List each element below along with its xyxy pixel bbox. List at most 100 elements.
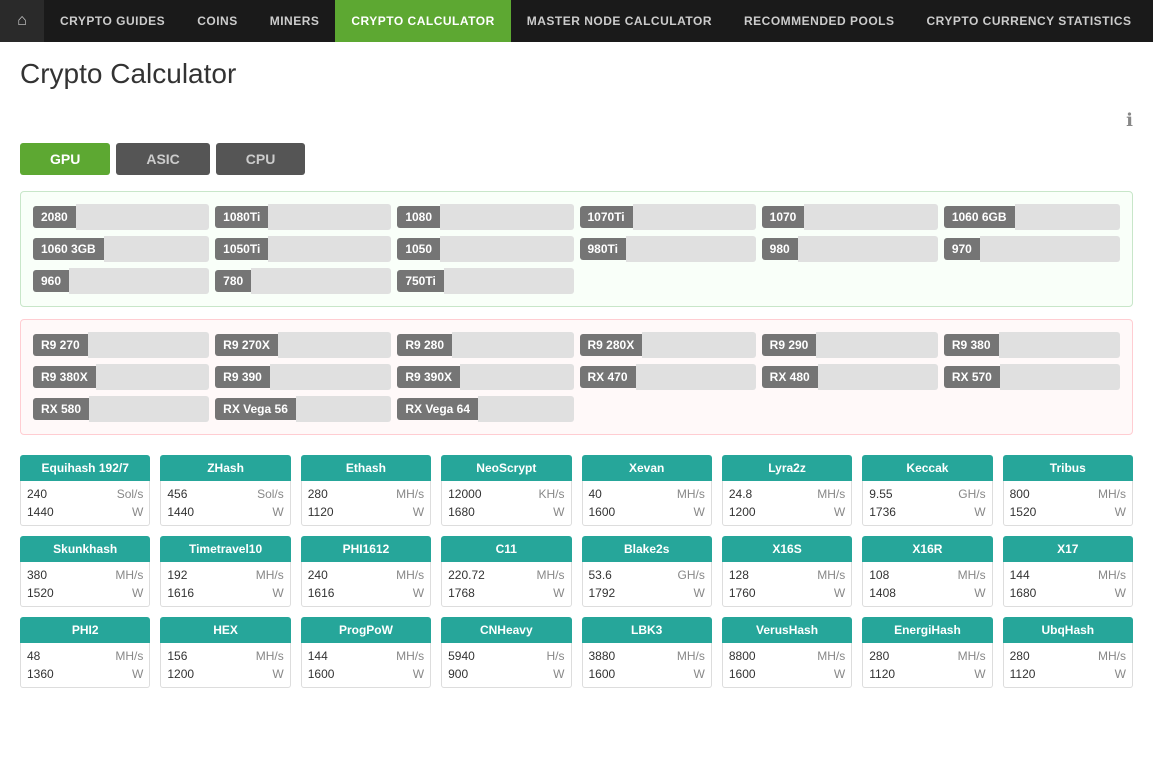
nav-crypto-calculator[interactable]: CRYPTO CALCULATOR [335,0,510,42]
nvidia-gpu-card[interactable]: 960 [33,268,209,294]
gpu-label[interactable]: 1050 [397,238,440,260]
nvidia-gpu-card[interactable]: 750Ti [397,268,573,294]
algo-name[interactable]: Xevan [582,455,712,481]
amd-gpu-card[interactable]: RX Vega 64 [397,396,573,422]
gpu-button[interactable]: GPU [20,143,110,175]
gpu-label[interactable]: RX 580 [33,398,89,420]
algo-name[interactable]: X16R [862,536,992,562]
nvidia-gpu-card[interactable]: 980 [762,236,938,262]
algo-card: X17 144 MH/s 1680 W [1003,536,1133,607]
algo-name[interactable]: Blake2s [582,536,712,562]
gpu-label[interactable]: 750Ti [397,270,443,292]
gpu-label[interactable]: R9 270X [215,334,278,356]
algo-name[interactable]: PHI2 [20,617,150,643]
gpu-label[interactable]: R9 380X [33,366,96,388]
gpu-label[interactable]: 1050Ti [215,238,268,260]
amd-gpu-card[interactable]: R9 390 [215,364,391,390]
gpu-label[interactable]: RX 480 [762,366,818,388]
amd-gpu-card[interactable]: R9 390X [397,364,573,390]
gpu-label[interactable]: 1070Ti [580,206,633,228]
algo-name[interactable]: X16S [722,536,852,562]
gpu-label[interactable]: R9 390 [215,366,270,388]
cpu-button[interactable]: CPU [216,143,306,175]
nvidia-gpu-card[interactable]: 1050 [397,236,573,262]
gpu-label[interactable]: 1080Ti [215,206,268,228]
algo-name[interactable]: HEX [160,617,290,643]
page-content: Crypto Calculator ℹ GPU ASIC CPU 2080108… [0,42,1153,714]
algo-name[interactable]: Tribus [1003,455,1133,481]
nav-recommended-pools[interactable]: RECOMMENDED POOLS [728,0,911,42]
algo-name[interactable]: CNHeavy [441,617,571,643]
gpu-label[interactable]: 2080 [33,206,76,228]
algo-name[interactable]: Equihash 192/7 [20,455,150,481]
gpu-label[interactable]: RX 470 [580,366,636,388]
gpu-label[interactable]: 1080 [397,206,440,228]
gpu-label[interactable]: R9 280 [397,334,452,356]
gpu-label[interactable]: 980 [762,238,798,260]
gpu-label[interactable]: 780 [215,270,251,292]
amd-gpu-card[interactable]: RX 480 [762,364,938,390]
algo-name[interactable]: UbqHash [1003,617,1133,643]
algo-name[interactable]: EnergiHash [862,617,992,643]
nvidia-gpu-card[interactable]: 980Ti [580,236,756,262]
gpu-label[interactable]: RX Vega 56 [215,398,296,420]
gpu-label[interactable]: 960 [33,270,69,292]
amd-gpu-card[interactable]: R9 270X [215,332,391,358]
algo-name[interactable]: ZHash [160,455,290,481]
gpu-label[interactable]: 1060 3GB [33,238,104,260]
nav-coins[interactable]: COINS [181,0,254,42]
algo-name[interactable]: Skunkhash [20,536,150,562]
amd-gpu-card[interactable]: R9 290 [762,332,938,358]
nav-crypto-guides[interactable]: CRYPTO GUIDES [44,0,181,42]
gpu-label[interactable]: R9 290 [762,334,817,356]
amd-gpu-card[interactable]: R9 380X [33,364,209,390]
algo-name[interactable]: VerusHash [722,617,852,643]
nvidia-gpu-card[interactable]: 1080Ti [215,204,391,230]
algo-name[interactable]: Timetravel10 [160,536,290,562]
amd-gpu-card[interactable]: R9 280X [580,332,756,358]
algo-name[interactable]: ProgPoW [301,617,431,643]
algo-name[interactable]: Lyra2z [722,455,852,481]
amd-gpu-card[interactable]: RX Vega 56 [215,396,391,422]
amd-gpu-card[interactable]: RX 470 [580,364,756,390]
gpu-label[interactable]: 1060 6GB [944,206,1015,228]
nav-currency-stats[interactable]: CRYPTO CURRENCY STATISTICS [911,0,1148,42]
nvidia-gpu-card[interactable]: 970 [944,236,1120,262]
nvidia-gpu-card[interactable]: 1050Ti [215,236,391,262]
nvidia-gpu-card[interactable]: 1080 [397,204,573,230]
nvidia-gpu-card[interactable]: 1070 [762,204,938,230]
algo-name[interactable]: C11 [441,536,571,562]
algo-name[interactable]: LBK3 [582,617,712,643]
gpu-label[interactable]: R9 380 [944,334,999,356]
amd-gpu-card[interactable]: RX 570 [944,364,1120,390]
home-button[interactable]: ⌂ [0,0,44,42]
amd-gpu-card[interactable]: RX 580 [33,396,209,422]
nav-master-node[interactable]: MASTER NODE CALCULATOR [511,0,728,42]
gpu-label[interactable]: 970 [944,238,980,260]
gpu-label[interactable]: R9 280X [580,334,643,356]
gpu-label[interactable]: 980Ti [580,238,626,260]
gpu-label[interactable]: R9 390X [397,366,460,388]
amd-gpu-card[interactable]: R9 270 [33,332,209,358]
amd-gpu-card[interactable]: R9 280 [397,332,573,358]
nvidia-gpu-card[interactable]: 780 [215,268,391,294]
info-icon[interactable]: ℹ [1126,110,1133,131]
nav-miners[interactable]: MINERS [254,0,336,42]
algo-name[interactable]: PHI1612 [301,536,431,562]
nvidia-gpu-card[interactable]: 1070Ti [580,204,756,230]
algo-name[interactable]: X17 [1003,536,1133,562]
amd-gpu-card[interactable]: R9 380 [944,332,1120,358]
nvidia-gpu-card[interactable]: 1060 3GB [33,236,209,262]
algo-name[interactable]: NeoScrypt [441,455,571,481]
algo-name[interactable]: Ethash [301,455,431,481]
gpu-label[interactable]: RX Vega 64 [397,398,478,420]
algo-name[interactable]: Keccak [862,455,992,481]
gpu-bar [270,364,391,390]
nvidia-gpu-card[interactable]: 2080 [33,204,209,230]
nvidia-gpu-card[interactable]: 1060 6GB [944,204,1120,230]
gpu-label[interactable]: 1070 [762,206,805,228]
gpu-label[interactable]: RX 570 [944,366,1000,388]
gpu-label[interactable]: R9 270 [33,334,88,356]
asic-button[interactable]: ASIC [116,143,209,175]
algo-powerunit: W [272,505,283,519]
